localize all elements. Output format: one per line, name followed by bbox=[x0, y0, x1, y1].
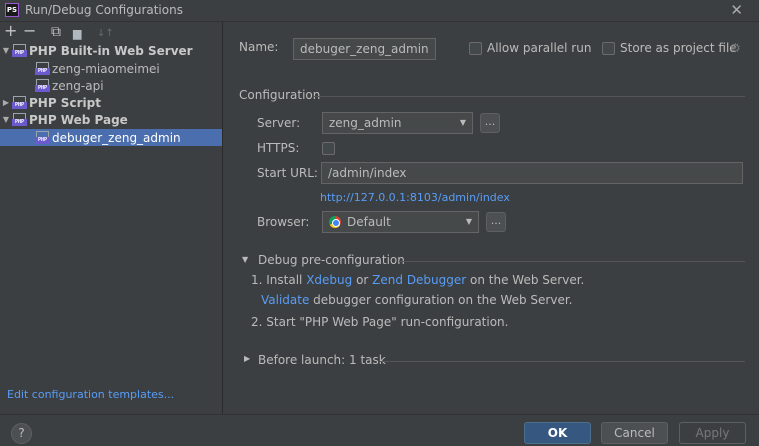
server-label: Server: bbox=[257, 116, 301, 130]
chrome-icon bbox=[329, 216, 341, 228]
name-field[interactable]: debuger_zeng_admin bbox=[293, 38, 436, 60]
copy-icon[interactable]: ⧉ bbox=[51, 25, 61, 39]
allow-parallel-label: Allow parallel run bbox=[487, 41, 592, 55]
tree-item-label: PHP Web Page bbox=[29, 112, 128, 127]
tree-item-builtin-server[interactable]: ▼ PHP PHP Built-in Web Server bbox=[0, 42, 222, 59]
https-checkbox[interactable] bbox=[322, 142, 335, 155]
chevron-down-icon[interactable]: ▼ bbox=[0, 115, 12, 124]
browser-select[interactable]: Default ▼ bbox=[322, 211, 479, 233]
chevron-right-icon[interactable]: ▶ bbox=[0, 98, 12, 107]
window-title: Run/Debug Configurations bbox=[25, 3, 183, 17]
php-server-icon: PHP bbox=[12, 44, 27, 57]
chevron-down-icon[interactable]: ▼ bbox=[0, 46, 12, 55]
debug-validate-suffix: debugger configuration on the Web Server… bbox=[309, 293, 573, 307]
browser-browse-button[interactable]: ... bbox=[486, 212, 506, 232]
chevron-down-icon: ▼ bbox=[465, 217, 472, 226]
tree-item-zeng-api[interactable]: PHP zeng-api bbox=[0, 77, 222, 94]
zend-debugger-link[interactable]: Zend Debugger bbox=[372, 273, 466, 287]
php-web-page-icon: PHP bbox=[35, 131, 50, 144]
apply-button[interactable]: Apply bbox=[679, 422, 746, 444]
server-select[interactable]: zeng_admin ▼ bbox=[322, 112, 473, 134]
cancel-button[interactable]: Cancel bbox=[601, 422, 668, 444]
tree-item-label: PHP Built-in Web Server bbox=[29, 43, 193, 58]
tree-item-label: zeng-miaomeimei bbox=[52, 61, 160, 76]
tree-item-php-script[interactable]: ▶ PHP PHP Script bbox=[0, 94, 222, 111]
chevron-right-icon[interactable]: ▶ bbox=[244, 354, 250, 363]
ok-button[interactable]: OK bbox=[524, 422, 591, 444]
store-project-checkbox[interactable] bbox=[602, 42, 615, 55]
php-web-page-icon: PHP bbox=[12, 113, 27, 126]
server-browse-button[interactable]: ... bbox=[480, 113, 500, 133]
debug-step-1: 1. Install Xdebug or Zend Debugger on th… bbox=[251, 273, 584, 287]
server-select-value: zeng_admin bbox=[329, 116, 402, 130]
tree-item-zeng-miaomeimei[interactable]: PHP zeng-miaomeimei bbox=[0, 60, 222, 77]
remove-icon[interactable]: − bbox=[23, 23, 36, 39]
php-server-icon: PHP bbox=[35, 62, 50, 75]
sort-icon[interactable]: ↓↑ bbox=[97, 27, 114, 41]
configurations-tree-panel: + − ⧉ ▆ ↓↑ ▼ PHP PHP Built-in Web Server… bbox=[0, 22, 223, 414]
browser-label: Browser: bbox=[257, 215, 310, 229]
debug-step-2: 2. Start "PHP Web Page" run-configuratio… bbox=[251, 315, 509, 329]
section-divider bbox=[314, 96, 745, 97]
name-label: Name: bbox=[239, 40, 279, 54]
configuration-form: Name: debuger_zeng_admin Allow parallel … bbox=[224, 22, 759, 414]
title-bar: PS Run/Debug Configurations ✕ bbox=[0, 0, 759, 22]
resolved-url-link[interactable]: http://127.0.0.1:8103/admin/index bbox=[320, 191, 510, 204]
tree-item-php-web-page[interactable]: ▼ PHP PHP Web Page bbox=[0, 111, 222, 128]
php-script-icon: PHP bbox=[12, 96, 27, 109]
browser-select-value: Default bbox=[347, 215, 391, 229]
move-to-folder-icon[interactable]: ▆ bbox=[73, 27, 81, 41]
section-divider bbox=[379, 361, 745, 362]
dialog-footer: ? OK Cancel Apply bbox=[0, 414, 759, 446]
gear-icon[interactable]: ⚙ bbox=[730, 41, 741, 55]
start-url-field[interactable]: /admin/index bbox=[321, 162, 743, 184]
xdebug-link[interactable]: Xdebug bbox=[306, 273, 352, 287]
before-launch-title[interactable]: Before launch: 1 task bbox=[258, 353, 386, 367]
php-server-icon: PHP bbox=[35, 79, 50, 92]
tree-item-label: zeng-api bbox=[52, 78, 104, 93]
debug-section-title[interactable]: Debug pre-configuration bbox=[258, 253, 405, 267]
chevron-down-icon[interactable]: ▼ bbox=[242, 255, 248, 264]
start-url-label: Start URL: bbox=[257, 166, 318, 180]
chevron-down-icon: ▼ bbox=[459, 118, 466, 127]
https-label: HTTPS: bbox=[257, 141, 300, 155]
edit-templates-link[interactable]: Edit configuration templates... bbox=[7, 388, 174, 401]
configuration-section-title: Configuration bbox=[239, 88, 321, 102]
store-project-label: Store as project file bbox=[620, 41, 737, 55]
debug-step-1-or: or bbox=[352, 273, 373, 287]
section-divider bbox=[399, 261, 745, 262]
tree-item-label: PHP Script bbox=[29, 95, 101, 110]
debug-step-1-prefix: 1. Install bbox=[251, 273, 307, 287]
help-button[interactable]: ? bbox=[11, 423, 32, 444]
allow-parallel-checkbox[interactable] bbox=[469, 42, 482, 55]
debug-step-1-suffix: on the Web Server. bbox=[466, 273, 585, 287]
tree-item-debuger-zeng-admin[interactable]: PHP debuger_zeng_admin bbox=[0, 129, 222, 146]
debug-validate-line: Validate debugger configuration on the W… bbox=[261, 293, 573, 307]
close-icon[interactable]: ✕ bbox=[730, 1, 743, 19]
tree-item-label: debuger_zeng_admin bbox=[52, 130, 181, 145]
phpstorm-app-icon: PS bbox=[5, 3, 19, 17]
validate-link[interactable]: Validate bbox=[261, 293, 309, 307]
add-icon[interactable]: + bbox=[4, 23, 17, 39]
